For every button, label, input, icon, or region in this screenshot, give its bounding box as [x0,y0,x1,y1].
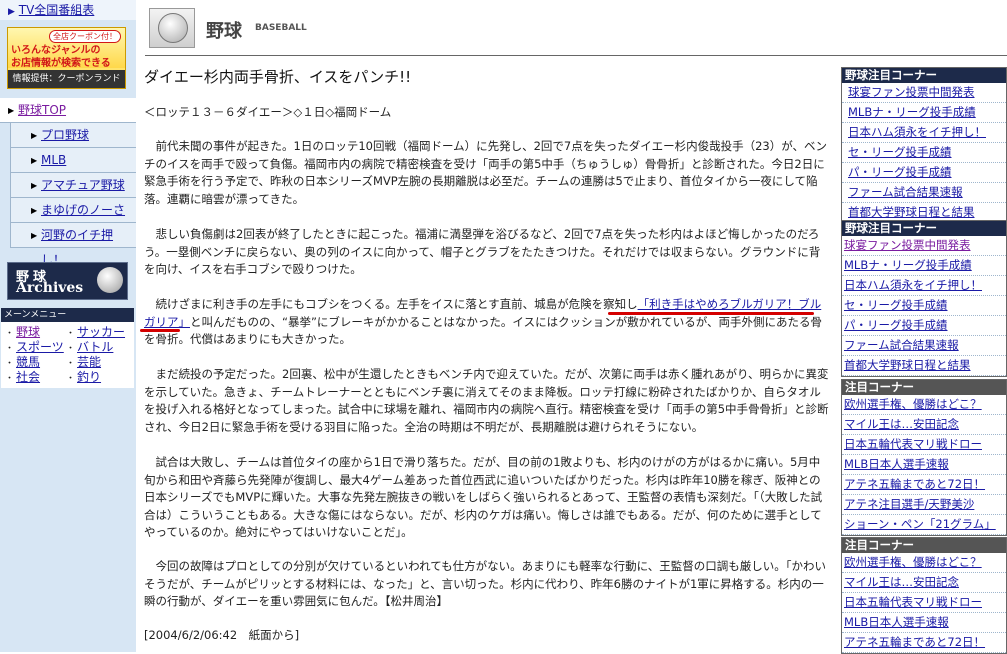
bullet-icon: ・ [66,344,76,354]
featured-corner-box: 注目コーナー 欧州選手権、優勝はどこ？ マイル王は…安田記念 日本五輪代表マリ戦… [841,379,1007,536]
featured-link[interactable]: セ・リーグ投手成績 [842,296,1006,316]
featured-link[interactable]: 日本五輪代表マリ戦ドロー [842,593,1006,613]
right-column: 野球注目コーナー 球宴ファン投票中間発表 MLBナ・リーグ投手成績 日本ハム須永… [841,67,1007,654]
menu-item-fishing[interactable]: ・釣り [66,370,101,385]
triangle-right-icon: ▶ [31,181,38,190]
featured-link[interactable]: ファーム試合結果速報 [842,183,1006,203]
sidebar-item-label[interactable]: 野球TOP [18,98,66,123]
triangle-right-icon: ▶ [8,106,15,115]
article-headline: ダイエー杉内両手骨折、イスをパンチ!! [144,68,412,86]
featured-link[interactable]: マイル王は…安田記念 [842,573,1006,593]
featured-link[interactable]: ショーン・ペン「21グラム」 [842,515,1006,535]
featured-corner-box-2: 注目コーナー 欧州選手権、優勝はどこ？ マイル王は…安田記念 日本五輪代表マリ戦… [841,537,1007,654]
featured-link[interactable]: MLBナ・リーグ投手成績 [842,256,1006,276]
triangle-right-icon: ▶ [31,231,38,240]
featured-link[interactable]: 欧州選手権、優勝はどこ？ [842,553,1006,573]
featured-link[interactable]: MLBナ・リーグ投手成績 [842,103,1006,123]
box-title: 野球注目コーナー [842,221,1006,236]
featured-link[interactable]: 日本五輪代表マリ戦ドロー [842,435,1006,455]
featured-link[interactable]: 球宴ファン投票中間発表 [842,236,1006,256]
baseball-icon [97,267,123,293]
triangle-right-icon: ▶ [31,206,38,215]
bullet-icon: ・ [5,329,15,339]
featured-link[interactable]: パ・リーグ投手成績 [842,316,1006,336]
archives-banner-en: Archives [16,280,84,296]
article-paragraph-3: 続けざまに利き手の左手にもコブシをつくる。左手をイスに落とす直前、城島が危険を察… [144,296,829,349]
paragraph-3-after: と叫んだものの、“暴挙”にブレーキがかかることはなかった。イスにはクッションが敷… [144,314,822,347]
sidebar-item-baseball-top[interactable]: ▶ 野球TOP [0,98,136,123]
triangle-right-icon: ▶ [31,131,38,140]
featured-link[interactable]: マイル王は…安田記念 [842,415,1006,435]
tv-listings-link[interactable]: TV全国番組表 [19,3,95,17]
menu-item-battle[interactable]: ・バトル [66,340,113,355]
menu-item-horse-racing[interactable]: ・競馬 [5,355,40,370]
featured-link[interactable]: 欧州選手権、優勝はどこ？ [842,395,1006,415]
featured-link[interactable]: アテネ注目選手/天野美沙 [842,495,1006,515]
box-title: 注目コーナー [842,380,1006,395]
sidebar-item-column-no-san[interactable]: ▶ まゆげのノーさん [10,198,136,242]
featured-link[interactable]: 日本ハム須永をイチ押し！ [842,276,1006,296]
baseball-archives-banner[interactable]: 野球 Archives [7,262,128,300]
left-sidebar: ▶ TV全国番組表 全店クーポン付！ いろんなジャンルの お店情報が検索できる … [0,0,136,652]
article-paragraph-1: 前代未聞の事件が起きた。1日のロッテ10回戦（福岡ドーム）に先発し、2回で7点を… [144,139,828,206]
coupon-footer: 情報提供：クーポンランド [8,70,125,88]
coupon-ad-banner[interactable]: 全店クーポン付！ いろんなジャンルの お店情報が検索できる 情報提供：クーポンラ… [7,27,126,89]
box-title: 注目コーナー [842,538,1006,553]
bullet-icon: ・ [66,359,76,369]
sidebar-item-kono-pick[interactable]: ▶ 河野のイチ押し！ [10,223,136,267]
featured-link[interactable]: アテネ五輪まであと72日！ [842,475,1006,495]
sidebar-item-pro-baseball[interactable]: ▶ プロ野球 [10,123,136,148]
game-score-line: ＜ロッテ１３－６ダイエー＞◇１日◇福岡ドーム [144,105,392,119]
sidebar-item-label[interactable]: MLB [41,148,66,173]
featured-link[interactable]: MLB日本人選手速報 [842,613,1006,633]
tv-listings-link-row: ▶ TV全国番組表 [0,0,136,20]
main-menu: メーンメニュー ・野球 ・サッカー ・スポーツ ・バトル ・競馬 ・芸能 ・社会… [1,308,134,388]
featured-link[interactable]: 球宴ファン投票中間発表 [842,83,1006,103]
featured-link[interactable]: 首都大学野球日程と結果 [842,356,1006,376]
featured-link[interactable]: パ・リーグ投手成績 [842,163,1006,183]
menu-item-baseball[interactable]: ・野球 [5,325,40,340]
menu-item-entertainment[interactable]: ・芸能 [66,355,101,370]
baseball-icon-ball [158,13,188,43]
article-paragraph-5: 試合は大敗し、チームは首位タイの座から1日で滑り落ちた。だが、目の前の1敗よりも… [144,455,823,539]
featured-link[interactable]: アテネ五輪まであと72日！ [842,633,1006,653]
bullet-icon: ・ [5,359,15,369]
featured-link[interactable]: ファーム試合結果速報 [842,336,1006,356]
sidebar-item-mlb[interactable]: ▶ MLB [10,148,136,173]
featured-link[interactable]: MLB日本人選手速報 [842,455,1006,475]
menu-item-society[interactable]: ・社会 [5,370,40,385]
red-underline-annotation [608,312,814,315]
bullet-icon: ・ [5,344,15,354]
menu-item-soccer[interactable]: ・サッカー [66,325,125,340]
menu-item-sports[interactable]: ・スポーツ [5,340,64,355]
main-menu-title: メーンメニュー [1,308,134,322]
bullet-icon: ・ [5,374,15,384]
paragraph-3-before: 続けざまに利き手の左手にもコブシをつくる。左手をイスに落とす直前、城島が危険を察… [144,297,638,311]
bullet-icon: ・ [66,329,76,339]
article-paragraph-6: 今回の故障はプロとしての分別が欠けているといわれても仕方がない。あまりにも軽率な… [144,559,827,608]
article-paragraph-4: まだ続投の予定だった。2回裏、松中が生還したときもベンチ内で迎えていた。だが、次… [144,367,829,434]
triangle-right-icon: ▶ [8,7,15,17]
triangle-right-icon: ▶ [31,156,38,165]
section-title: 野球 [206,21,242,42]
baseball-featured-box: 野球注目コーナー 球宴ファン投票中間発表 MLBナ・リーグ投手成績 日本ハム須永… [841,67,1007,224]
section-header: 野球 BASEBALL [145,5,1007,56]
bullet-icon: ・ [66,374,76,384]
baseball-featured-box-2: 野球注目コーナー 球宴ファン投票中間発表 MLBナ・リーグ投手成績 日本ハム須永… [841,220,1007,377]
article-paragraph-2: 悲しい負傷劇は2回表が終了したときに起こった。福浦に満塁弾を浴びるなど、2回で7… [144,227,821,276]
baseball-icon [149,8,195,48]
featured-link[interactable]: セ・リーグ投手成績 [842,143,1006,163]
coupon-line-2: お店情報が検索できる [11,58,111,69]
sidebar-item-label[interactable]: アマチュア野球 [41,173,125,198]
article: ダイエー杉内両手骨折、イスをパンチ!! ＜ロッテ１３－６ダイエー＞◇１日◇福岡ド… [140,62,829,652]
article-dateline: [2004/6/2/06:42 紙面から] [144,628,300,642]
sidebar-nav: ▶ 野球TOP ▶ プロ野球 ▶ MLB ▶ アマチュア野球 ▶ まゆげのノーさ… [0,98,136,267]
section-subtitle: BASEBALL [255,23,307,33]
sidebar-item-label[interactable]: プロ野球 [41,123,89,148]
red-underline-annotation [140,329,180,332]
box-title: 野球注目コーナー [842,68,1006,83]
sidebar-item-amateur[interactable]: ▶ アマチュア野球 [10,173,136,198]
featured-link[interactable]: 日本ハム須永をイチ押し！ [842,123,1006,143]
